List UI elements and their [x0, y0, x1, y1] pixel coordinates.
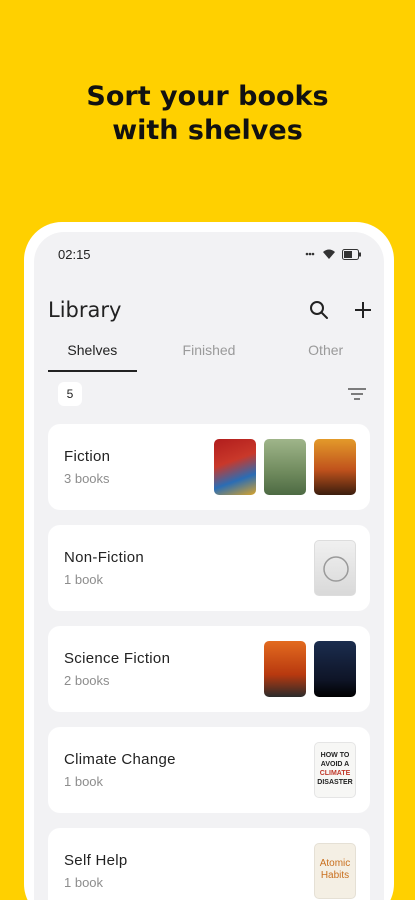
- status-bar: 02:15: [58, 246, 362, 262]
- filter-bar: 5: [58, 382, 370, 406]
- shelf-book-count: 2 books: [64, 673, 110, 688]
- shelf-card-self-help[interactable]: Self Help 1 book Atomic Habits: [48, 828, 370, 900]
- shelf-name: Fiction: [64, 448, 111, 465]
- book-cover: [314, 540, 356, 596]
- book-cover: HOW TO AVOID A CLIMATE DISASTER: [314, 742, 356, 798]
- book-cover: [264, 641, 306, 697]
- phone-frame: 02:15 Library Shelves Finished Other 5 F…: [24, 222, 394, 900]
- sort-button[interactable]: [344, 381, 370, 407]
- cover-title-line: CLIMATE: [319, 770, 351, 777]
- shelf-list: Fiction 3 books Non-Fiction 1 book Scien…: [48, 424, 370, 900]
- shelf-book-count: 1 book: [64, 875, 104, 890]
- app-header: Library: [48, 294, 376, 326]
- shelf-name: Self Help: [64, 852, 128, 869]
- shelf-book-count: 1 book: [64, 572, 104, 587]
- tab-finished[interactable]: Finished: [151, 334, 268, 372]
- cover-title-line: AVOID A: [320, 761, 350, 768]
- shelf-name: Climate Change: [64, 751, 176, 768]
- cover-title-line: Habits: [320, 870, 350, 881]
- shelf-name: Science Fiction: [64, 650, 171, 667]
- shelf-card-non-fiction[interactable]: Non-Fiction 1 book: [48, 525, 370, 611]
- book-cover: [214, 439, 256, 495]
- plus-icon: [355, 302, 371, 318]
- book-cover: [314, 641, 356, 697]
- shelf-card-science-fiction[interactable]: Science Fiction 2 books: [48, 626, 370, 712]
- promo-line-1: Sort your books: [86, 81, 329, 112]
- book-cover: [264, 439, 306, 495]
- promo-headline: Sort your books with shelves: [0, 80, 415, 148]
- add-shelf-button[interactable]: [350, 297, 376, 323]
- cover-title-line: Atomic: [319, 858, 351, 869]
- app-screen: 02:15 Library Shelves Finished Other 5 F…: [34, 232, 384, 900]
- promo-line-2: with shelves: [112, 115, 303, 146]
- library-tabs: Shelves Finished Other: [34, 334, 384, 372]
- battery-icon: [342, 248, 361, 260]
- sort-icon: [348, 388, 366, 400]
- shelf-book-count: 1 book: [64, 774, 104, 789]
- tab-other[interactable]: Other: [267, 334, 384, 372]
- search-button[interactable]: [306, 297, 332, 323]
- cover-title-line: DISASTER: [317, 779, 353, 786]
- shelf-card-fiction[interactable]: Fiction 3 books: [48, 424, 370, 510]
- search-icon: [310, 301, 328, 319]
- page-title: Library: [48, 298, 122, 322]
- cover-title-line: HOW TO: [320, 752, 350, 759]
- status-time: 02:15: [58, 246, 91, 262]
- silent-icon: [305, 252, 315, 256]
- shelf-name: Non-Fiction: [64, 549, 144, 566]
- shelf-book-count: 3 books: [64, 471, 110, 486]
- shelf-count-badge: 5: [58, 382, 82, 406]
- book-cover: Atomic Habits: [314, 843, 356, 899]
- shelf-card-climate-change[interactable]: Climate Change 1 book HOW TO AVOID A CLI…: [48, 727, 370, 813]
- book-cover: [314, 439, 356, 495]
- wifi-icon: [323, 249, 335, 259]
- tab-shelves[interactable]: Shelves: [34, 334, 151, 372]
